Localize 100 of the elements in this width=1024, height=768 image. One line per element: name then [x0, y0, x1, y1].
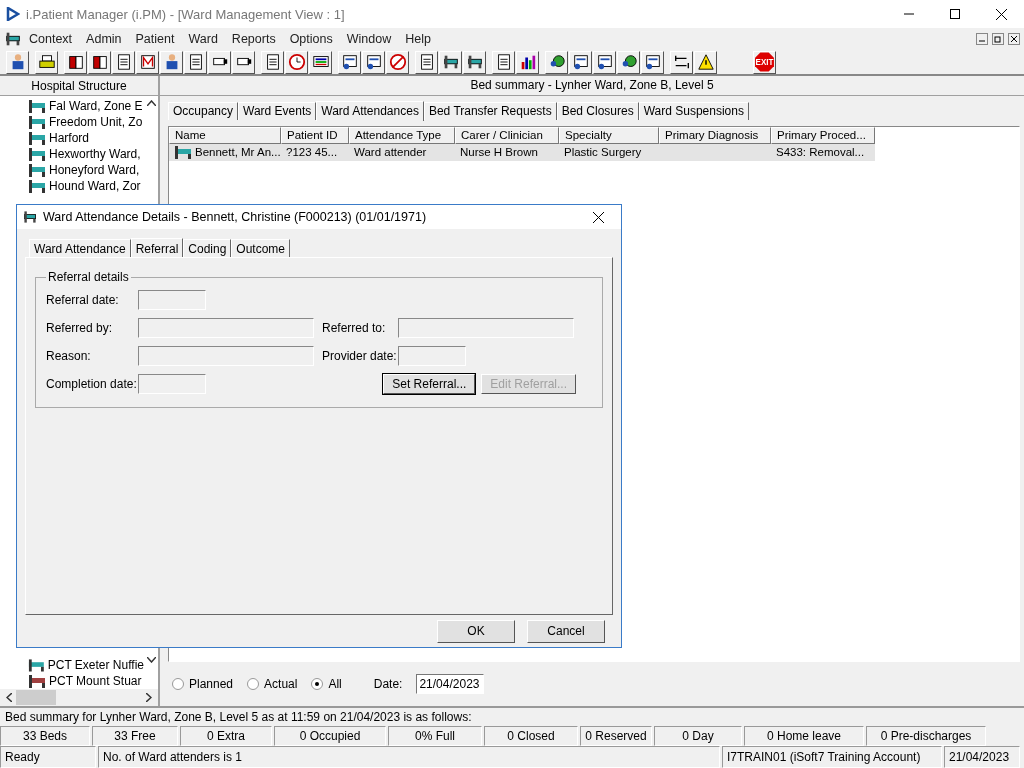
user-account: I7TRAIN01 (iSoft7 Training Account): [722, 746, 942, 768]
tab[interactable]: Ward Attendances: [316, 100, 424, 121]
toolbar-button[interactable]: [309, 50, 332, 74]
tab[interactable]: Ward Suspensions: [638, 101, 749, 120]
tree-item[interactable]: PCT Mount Stuar: [28, 673, 144, 689]
dialog-button[interactable]: Cancel: [527, 619, 605, 643]
scroll-up-icon[interactable]: [146, 100, 156, 106]
toolbar-button[interactable]: [64, 50, 87, 74]
toolbar-button[interactable]: [136, 50, 159, 74]
tree-item[interactable]: Harford: [28, 130, 144, 146]
menu-item[interactable]: Help: [398, 32, 438, 46]
bed-icon[interactable]: [4, 30, 22, 48]
tree-item[interactable]: Hound Ward, Zor: [28, 178, 144, 194]
status-text: No. of Ward attenders is 1: [98, 746, 720, 768]
column-header[interactable]: Attendance Type: [349, 126, 455, 144]
form-icon: [571, 53, 590, 71]
app-logo-icon: [6, 7, 20, 21]
tab[interactable]: Bed Closures: [556, 101, 639, 120]
toolbar-button[interactable]: [285, 50, 308, 74]
tab[interactable]: Referral: [130, 238, 184, 258]
toolbar-button[interactable]: [184, 50, 207, 74]
date-field[interactable]: 21/04/2023: [416, 674, 485, 695]
form-icon: [595, 53, 614, 71]
toolbar-button[interactable]: [338, 50, 361, 74]
toolbar-button[interactable]: [593, 50, 616, 74]
status-counter: 0 Occupied: [274, 726, 386, 746]
restore-icon[interactable]: [992, 33, 1004, 45]
bed-icon: [465, 53, 484, 71]
tab[interactable]: Bed Transfer Requests: [423, 101, 557, 120]
toolbar-button[interactable]: [386, 50, 409, 74]
scroll-down-icon[interactable]: [146, 657, 156, 663]
toolbar-button[interactable]: [439, 50, 462, 74]
scrollbar-thumb[interactable]: [16, 690, 56, 705]
status-counter: 33 Beds: [0, 726, 90, 746]
status-counter: 0 Extra: [180, 726, 272, 746]
toolbar-button[interactable]: [208, 50, 231, 74]
field-label: Completion date:: [46, 377, 138, 391]
column-header[interactable]: Patient ID: [281, 126, 349, 144]
tree-item[interactable]: Freedom Unit, Zo: [28, 114, 144, 130]
toolbar-button[interactable]: [415, 50, 438, 74]
column-header[interactable]: Carer / Clinician: [455, 126, 559, 144]
field-label: Provider date:: [322, 349, 398, 363]
scroll-right-icon[interactable]: [146, 693, 152, 702]
field-label: Referral date:: [46, 293, 120, 307]
radio-button[interactable]: Planned: [172, 677, 234, 692]
toolbar-button[interactable]: [641, 50, 664, 74]
maximize-icon: [950, 9, 960, 19]
printer-icon: [37, 53, 56, 71]
radio-button[interactable]: Actual: [247, 677, 298, 692]
scroll-left-icon[interactable]: [6, 693, 12, 702]
tab[interactable]: Occupancy: [168, 101, 239, 120]
menu-item[interactable]: Patient: [128, 32, 182, 46]
toolbar-button[interactable]: [670, 50, 693, 74]
tree-item[interactable]: Honeyford Ward,: [28, 162, 144, 178]
book-icon: [90, 53, 109, 71]
tab[interactable]: Ward Attendance: [29, 239, 131, 257]
status-counter: 0 Day: [654, 726, 742, 746]
menu-item[interactable]: Context: [22, 32, 80, 46]
no-entry-icon: [388, 53, 407, 71]
tree-item[interactable]: Hexworthy Ward,: [28, 146, 144, 162]
column-header[interactable]: Primary Proced...: [771, 126, 875, 144]
close-icon[interactable]: [1008, 33, 1020, 45]
dialog-button[interactable]: OK: [437, 619, 515, 643]
toolbar-button[interactable]: [694, 50, 717, 74]
toolbar-button[interactable]: [232, 50, 255, 74]
toolbar-button[interactable]: [545, 50, 568, 74]
radio-button[interactable]: All: [311, 677, 342, 692]
table-cell: Ward attender: [354, 146, 427, 159]
menu-item[interactable]: Options: [282, 32, 340, 46]
toolbar-button[interactable]: [492, 50, 515, 74]
referral-button[interactable]: Set Referral...: [383, 374, 476, 394]
tab[interactable]: Outcome: [231, 239, 291, 257]
column-header[interactable]: Name: [169, 126, 281, 144]
tab[interactable]: Ward Events: [238, 101, 317, 120]
column-header[interactable]: Specialty: [559, 126, 659, 144]
tree-item[interactable]: PCT Exeter Nuffie: [28, 657, 144, 673]
menu-item[interactable]: Ward: [181, 32, 225, 46]
exit-button[interactable]: EXIT: [753, 50, 776, 74]
menu-item[interactable]: Reports: [224, 32, 283, 46]
toolbar-button[interactable]: [6, 50, 29, 74]
summary-text: Bed summary for Lynher Ward, Zone B, Level 5 as at 11:59 on 21/04/2023 is as follows:: [5, 710, 472, 724]
toolbar-button[interactable]: [463, 50, 486, 74]
tab[interactable]: Coding: [183, 239, 232, 257]
column-header[interactable]: Primary Diagnosis: [659, 126, 771, 144]
bed-icon: [441, 53, 460, 71]
toolbar-button[interactable]: [516, 50, 539, 74]
toolbar-button[interactable]: [261, 50, 284, 74]
menu-item[interactable]: Window: [339, 32, 399, 46]
toolbar-button[interactable]: [362, 50, 385, 74]
menu-item[interactable]: Admin: [79, 32, 129, 46]
toolbar-button[interactable]: [160, 50, 183, 74]
tree-item[interactable]: Fal Ward, Zone E: [28, 98, 144, 114]
toolbar-button[interactable]: [88, 50, 111, 74]
minimize-icon[interactable]: [976, 33, 988, 45]
toolbar-button[interactable]: [112, 50, 135, 74]
pane-title: Bed summary - Lynher Ward, Zone B, Level 5: [470, 78, 714, 93]
status-date: 21/04/2023: [944, 746, 1020, 768]
toolbar-button[interactable]: [569, 50, 592, 74]
toolbar-button[interactable]: [617, 50, 640, 74]
toolbar-button[interactable]: [35, 50, 58, 74]
